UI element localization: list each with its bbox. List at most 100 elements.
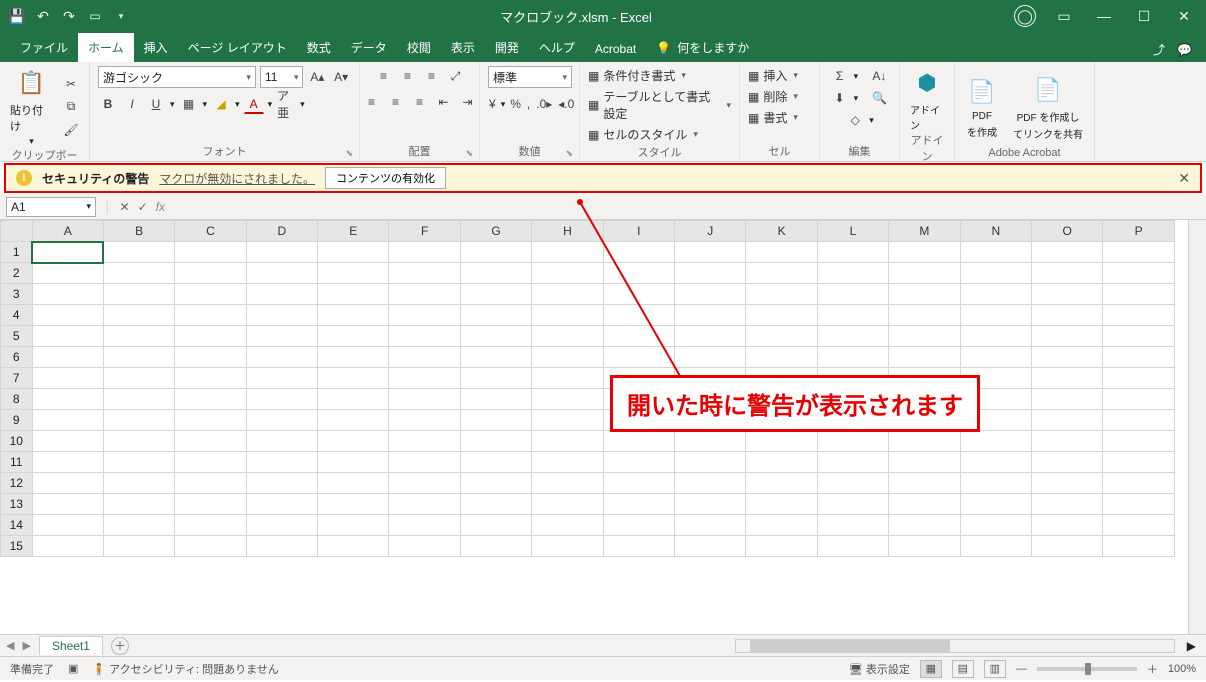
enter-icon[interactable]: ✓: [138, 200, 148, 214]
undo-icon[interactable]: ↶: [34, 7, 52, 25]
cell[interactable]: [603, 473, 674, 494]
cell[interactable]: [32, 263, 103, 284]
addin-button[interactable]: ⬢ アドイン: [908, 66, 946, 132]
sort-filter-icon[interactable]: A↓: [869, 66, 889, 86]
cell[interactable]: [246, 494, 317, 515]
cell[interactable]: [603, 242, 674, 263]
borders-icon[interactable]: ▦: [179, 94, 199, 114]
font-color-icon[interactable]: A: [244, 94, 264, 114]
tab-home[interactable]: ホーム: [78, 33, 134, 62]
cell[interactable]: [318, 473, 389, 494]
cell[interactable]: [603, 263, 674, 284]
cell[interactable]: [103, 473, 174, 494]
cell[interactable]: [103, 452, 174, 473]
insert-cells-button[interactable]: ▦挿入▾: [748, 66, 798, 85]
cell[interactable]: [246, 305, 317, 326]
cell[interactable]: [318, 431, 389, 452]
cell[interactable]: [318, 242, 389, 263]
column-header[interactable]: C: [175, 221, 246, 242]
formula-input[interactable]: [173, 197, 1200, 217]
cell[interactable]: [889, 494, 960, 515]
fill-color-icon[interactable]: ◢: [211, 94, 231, 114]
new-sheet-icon[interactable]: ＋: [111, 637, 129, 655]
cell[interactable]: [603, 494, 674, 515]
cell[interactable]: [675, 347, 746, 368]
column-header[interactable]: D: [246, 221, 317, 242]
column-header[interactable]: E: [318, 221, 389, 242]
cell[interactable]: [675, 326, 746, 347]
cell[interactable]: [318, 305, 389, 326]
fill-icon[interactable]: ⬇: [830, 88, 850, 108]
cell[interactable]: [103, 326, 174, 347]
indent-dec-icon[interactable]: ⇤: [434, 92, 454, 112]
cell[interactable]: [32, 515, 103, 536]
cell[interactable]: [889, 536, 960, 557]
cell[interactable]: [889, 305, 960, 326]
cell[interactable]: [318, 494, 389, 515]
tab-developer[interactable]: 開発: [485, 33, 529, 62]
column-header[interactable]: L: [817, 221, 888, 242]
cell[interactable]: [746, 305, 817, 326]
cell[interactable]: [246, 326, 317, 347]
cell[interactable]: [32, 410, 103, 431]
accessibility-status[interactable]: 🧍 アクセシビリティ: 問題ありません: [92, 661, 278, 677]
row-header[interactable]: 13: [1, 494, 33, 515]
cell[interactable]: [889, 473, 960, 494]
cell[interactable]: [889, 263, 960, 284]
cell[interactable]: [1031, 242, 1102, 263]
cell[interactable]: [1031, 326, 1102, 347]
font-name-combo[interactable]: 游ゴシック▾: [98, 66, 256, 88]
cell[interactable]: [532, 431, 603, 452]
cell[interactable]: [318, 326, 389, 347]
cell[interactable]: [817, 242, 888, 263]
cell[interactable]: [389, 473, 460, 494]
normal-view-icon[interactable]: ▦: [920, 660, 942, 678]
cell[interactable]: [675, 494, 746, 515]
tell-me[interactable]: 💡 何をしますか: [646, 33, 759, 62]
cell[interactable]: [817, 305, 888, 326]
cell[interactable]: [532, 410, 603, 431]
cell[interactable]: [1031, 284, 1102, 305]
cell[interactable]: [460, 494, 531, 515]
cell[interactable]: [1103, 494, 1175, 515]
cell[interactable]: [103, 494, 174, 515]
cell[interactable]: [532, 494, 603, 515]
cell[interactable]: [389, 536, 460, 557]
cell[interactable]: [389, 389, 460, 410]
cell[interactable]: [960, 263, 1031, 284]
cell[interactable]: [817, 263, 888, 284]
column-header[interactable]: A: [32, 221, 103, 242]
row-header[interactable]: 2: [1, 263, 33, 284]
cell[interactable]: [175, 263, 246, 284]
delete-cells-button[interactable]: ▦削除▾: [748, 87, 798, 106]
cell[interactable]: [889, 284, 960, 305]
cell[interactable]: [532, 347, 603, 368]
cell[interactable]: [389, 326, 460, 347]
cell[interactable]: [1031, 263, 1102, 284]
row-header[interactable]: 10: [1, 431, 33, 452]
cell[interactable]: [889, 431, 960, 452]
cell[interactable]: [603, 284, 674, 305]
tab-acrobat[interactable]: Acrobat: [585, 36, 646, 62]
cell[interactable]: [817, 326, 888, 347]
cell[interactable]: [1103, 263, 1175, 284]
cell[interactable]: [1103, 389, 1175, 410]
ribbon-options-icon[interactable]: ▭: [1052, 7, 1076, 25]
cell[interactable]: [32, 242, 103, 263]
cell[interactable]: [1031, 473, 1102, 494]
cut-icon[interactable]: ✂: [61, 74, 81, 94]
cell[interactable]: [103, 410, 174, 431]
inc-decimal-icon[interactable]: .0▸: [535, 94, 553, 114]
column-header[interactable]: F: [389, 221, 460, 242]
cell[interactable]: [746, 242, 817, 263]
orientation-icon[interactable]: ⤢: [446, 66, 466, 86]
column-header[interactable]: N: [960, 221, 1031, 242]
cell[interactable]: [675, 242, 746, 263]
number-format-combo[interactable]: 標準▾: [488, 66, 572, 88]
cell[interactable]: [1031, 410, 1102, 431]
close-icon[interactable]: ✕: [1172, 7, 1196, 25]
cell[interactable]: [1103, 326, 1175, 347]
cell[interactable]: [675, 473, 746, 494]
cell[interactable]: [532, 536, 603, 557]
cell[interactable]: [675, 452, 746, 473]
